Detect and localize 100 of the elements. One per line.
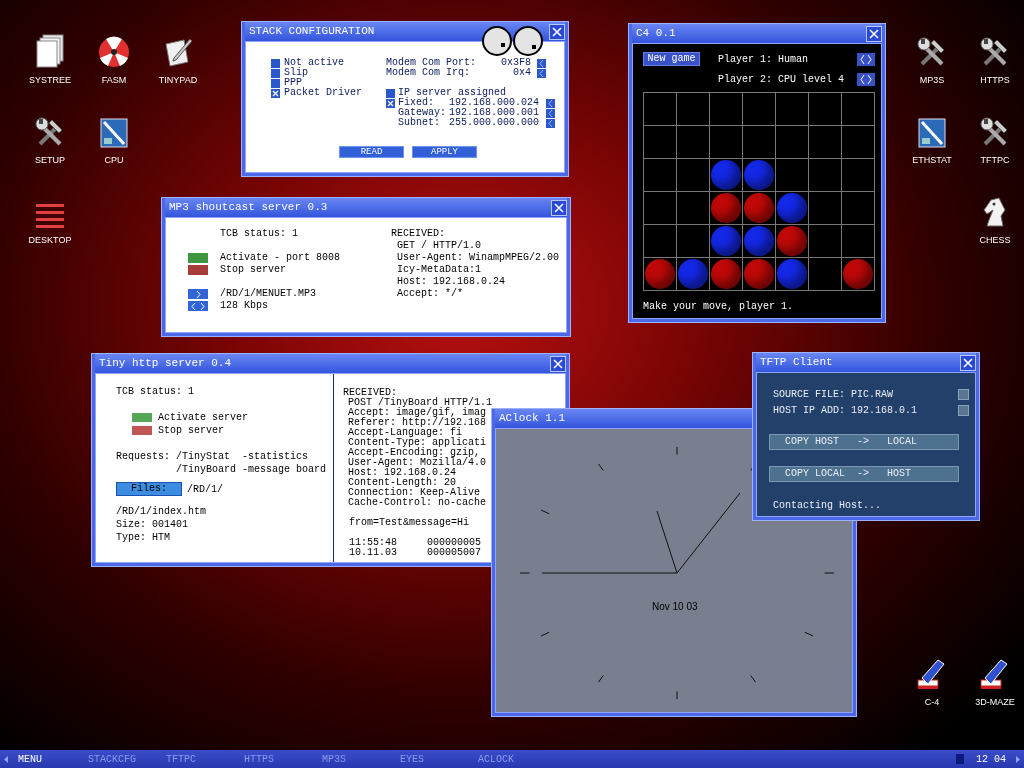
board-cell[interactable] <box>809 192 842 225</box>
folder-path: /RD/1/ <box>187 482 223 496</box>
right-arrow-icon <box>1016 755 1020 763</box>
board-cell[interactable] <box>842 225 875 258</box>
documents-icon <box>35 34 65 68</box>
checkbox[interactable] <box>386 88 395 98</box>
board-cell[interactable] <box>644 192 677 225</box>
board-cell[interactable] <box>776 126 809 159</box>
board-cell[interactable] <box>842 126 875 159</box>
board-cell[interactable] <box>677 159 710 192</box>
bitrate-button[interactable] <box>188 301 208 311</box>
requests-label: Requests: <box>116 450 171 463</box>
desktop-icon-label[interactable]: MP3S <box>919 74 945 88</box>
status-text: Contacting Host... <box>773 499 883 513</box>
request-line: Referer: http://192.168 <box>347 418 488 428</box>
clock-tick <box>750 675 756 683</box>
window-title: TFTP Client <box>760 355 833 371</box>
board-cell[interactable] <box>842 159 875 192</box>
board-cell[interactable] <box>644 159 677 192</box>
desktop-icon-label[interactable]: TINYPAD <box>158 74 198 88</box>
board-cell[interactable] <box>677 192 710 225</box>
desktop-icon-label[interactable]: 3D-MAZE <box>975 696 1015 710</box>
field-value: 192.168.000.001 <box>449 108 540 118</box>
action-button[interactable]: APPLY <box>412 146 477 158</box>
desktop-icon-label[interactable]: DESKTOP <box>28 234 72 248</box>
new-game-button[interactable]: New game <box>643 52 700 66</box>
arrow-button[interactable] <box>546 118 555 128</box>
player-label: Player 1: Human <box>718 52 809 67</box>
received-heading: RECEIVED: <box>391 228 446 240</box>
checkbox[interactable] <box>271 58 280 68</box>
close-button[interactable] <box>866 25 882 42</box>
board-cell[interactable] <box>776 159 809 192</box>
option-label: PPP <box>284 78 302 88</box>
menu-button[interactable]: MENU <box>18 751 88 767</box>
board-cell[interactable] <box>677 126 710 159</box>
close-button[interactable] <box>551 199 567 216</box>
close-button[interactable] <box>960 354 976 371</box>
board-cell[interactable] <box>644 126 677 159</box>
edit-button[interactable] <box>958 404 969 416</box>
board-cell[interactable] <box>644 93 677 126</box>
desktop-icon-label[interactable]: SETUP <box>35 154 65 168</box>
close-icon <box>869 28 879 39</box>
arrow-button[interactable] <box>537 68 546 78</box>
copy-button[interactable]: COPY LOCAL -> HOST <box>769 466 959 482</box>
request-line: User-Agent: WinampMPEG/2.00 <box>396 252 560 264</box>
desktop-icon-label[interactable]: CHESS <box>979 234 1011 248</box>
arrow-button[interactable] <box>546 98 555 108</box>
board-cell[interactable] <box>842 192 875 225</box>
desktop-icon-label[interactable]: ETHSTAT <box>912 154 952 168</box>
clock-tick <box>676 690 678 700</box>
board-cell[interactable] <box>710 126 743 159</box>
checkbox[interactable] <box>271 68 280 78</box>
copy-button[interactable]: COPY HOST -> LOCAL <box>769 434 959 450</box>
action-label: Activate - port 8008 <box>220 252 341 264</box>
field-label: HOST IP ADD: 192.168.0.1 <box>773 403 918 418</box>
window-title: C4 0.1 <box>636 26 676 42</box>
log-time: 11:55:48 <box>349 538 398 548</box>
arrow-button[interactable] <box>546 108 555 118</box>
board-cell[interactable] <box>809 93 842 126</box>
request-line: Accept-Encoding: gzip, <box>347 448 481 458</box>
desktop-icon-label[interactable]: SYSTREE <box>29 74 71 88</box>
checkbox[interactable] <box>271 88 280 98</box>
action-label: Stop server <box>220 264 286 276</box>
desktop-icon-label[interactable]: HTTPS <box>980 74 1010 88</box>
board-cell[interactable] <box>776 93 809 126</box>
checkbox[interactable] <box>386 98 395 108</box>
close-button[interactable] <box>549 23 565 40</box>
desktop-icon-label[interactable]: FASM <box>101 74 127 88</box>
request-line: Accept-Language: fi <box>347 428 463 438</box>
field-value: 0x3F8 <box>500 58 531 68</box>
action-label: Activate server <box>158 411 248 424</box>
checkbox[interactable] <box>271 78 280 88</box>
board-cell[interactable] <box>809 159 842 192</box>
files-button[interactable]: Files: <box>116 482 182 496</box>
request-line: Host: 192.168.0.24 <box>347 468 458 478</box>
arrow-button[interactable] <box>537 58 546 68</box>
play-button[interactable] <box>188 289 208 299</box>
board-cell[interactable] <box>710 93 743 126</box>
board-cell[interactable] <box>677 93 710 126</box>
player-switch-button[interactable] <box>857 52 875 66</box>
desktop-icon-label[interactable]: CPU <box>104 154 124 168</box>
desktop-icon-label[interactable]: TFTPC <box>980 154 1010 168</box>
paper-and-pen-icon <box>162 36 194 68</box>
status-text: TCB status: 1 <box>116 385 195 398</box>
board-cell[interactable] <box>809 126 842 159</box>
window-title: Tiny http server 0.4 <box>99 356 232 372</box>
edit-button[interactable] <box>958 388 969 400</box>
board-cell[interactable] <box>842 93 875 126</box>
board-cell[interactable] <box>644 225 677 258</box>
board-cell[interactable] <box>809 225 842 258</box>
field-value: 0x4 <box>512 68 531 78</box>
desktop-icon-label[interactable]: C-4 <box>924 696 940 710</box>
taskbar-clock: 12 04 <box>976 752 1006 767</box>
board-cell[interactable] <box>743 126 776 159</box>
close-button[interactable] <box>550 355 566 372</box>
board-cell[interactable] <box>677 225 710 258</box>
board-cell[interactable] <box>809 258 842 291</box>
action-button[interactable]: READ <box>339 146 404 158</box>
board-cell[interactable] <box>743 93 776 126</box>
player-switch-button[interactable] <box>857 72 875 86</box>
